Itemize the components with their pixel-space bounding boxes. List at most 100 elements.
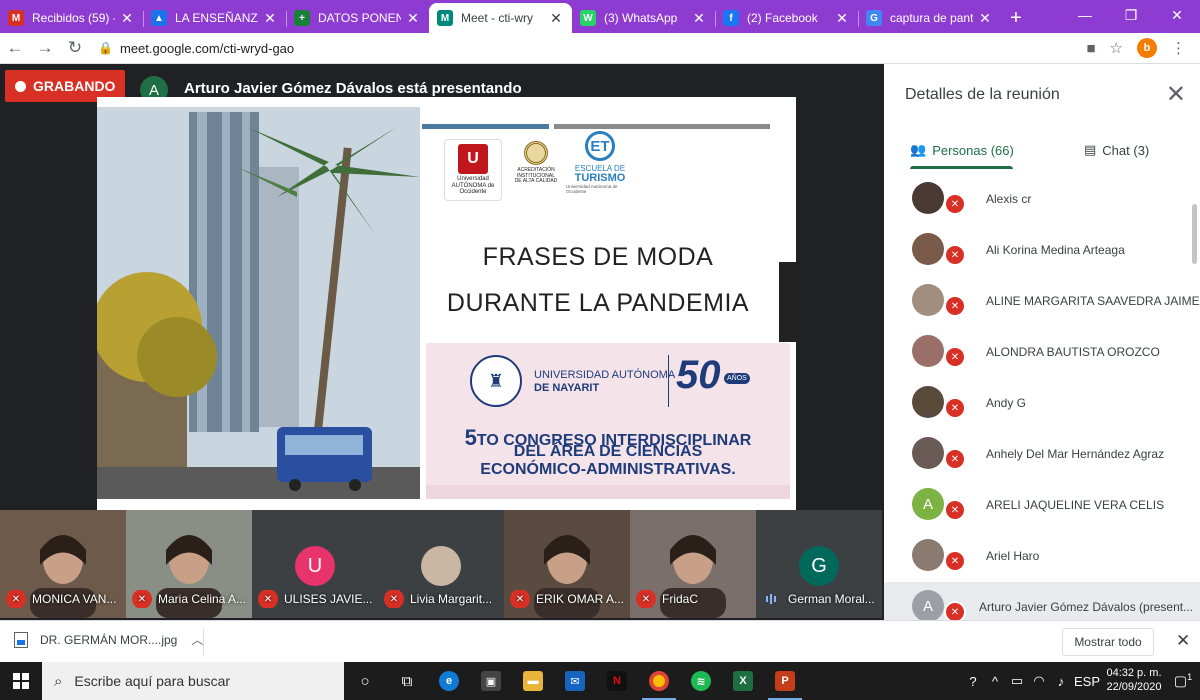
- system-tray: ? ^ ▭ ◠ ♪ ESP 04:32 p. m. 22/09/2020 ▢1: [962, 662, 1200, 700]
- spotify-icon[interactable]: ≋: [680, 662, 722, 700]
- chevron-up-tray-icon[interactable]: ^: [984, 674, 1006, 689]
- active-tab-indicator: [910, 166, 1013, 169]
- speaking-indicator-icon: [766, 594, 780, 604]
- city-photo-illustration: [97, 107, 420, 499]
- taskbar-search[interactable]: ⌕ Escribe aquí para buscar: [42, 662, 344, 700]
- people-list-item[interactable]: ✕ ALONDRA BAUTISTA OROZCO: [884, 327, 1200, 378]
- url-text[interactable]: meet.google.com/cti-wryd-gao: [120, 41, 294, 56]
- participant-tile[interactable]: ✕ MONICA VAN...: [0, 510, 126, 618]
- chrome-icon[interactable]: [638, 662, 680, 700]
- powerpoint-icon[interactable]: P: [764, 662, 806, 700]
- tab-close-icon[interactable]: ✕: [119, 10, 135, 27]
- wifi-icon[interactable]: ◠: [1028, 673, 1050, 689]
- address-bar[interactable]: 🔒 meet.google.com/cti-wryd-gao: [98, 34, 1086, 62]
- clock[interactable]: 04:32 p. m. 22/09/2020: [1102, 667, 1166, 695]
- participant-tile[interactable]: ✕ ERIK OMAR A...: [504, 510, 630, 618]
- reload-icon[interactable]: ↻: [60, 34, 90, 62]
- show-all-button[interactable]: Mostrar todo: [1062, 628, 1154, 656]
- netflix-icon[interactable]: N: [596, 662, 638, 700]
- tab-close-icon[interactable]: ✕: [834, 10, 850, 27]
- chat-icon: ▤: [1084, 142, 1097, 157]
- person-avatar: [912, 386, 944, 418]
- browser-tab[interactable]: M Meet - cti-wry ✕: [429, 3, 572, 33]
- mic-off-icon: ✕: [944, 499, 966, 521]
- tab-people[interactable]: 👥 Personas (66): [910, 136, 1014, 164]
- participant-avatar: [421, 546, 461, 586]
- browser-tab-strip: MRecibidos (59) - alu✕▲LA ENSEÑANZA DE✕+…: [0, 0, 1200, 33]
- participant-strip: ✕ MONICA VAN... ✕ Maria Celina A... U ✕ ULISES…: [0, 510, 884, 618]
- browser-tab[interactable]: W (3) WhatsApp ✕: [572, 3, 715, 33]
- download-item[interactable]: DR. GERMÁN MOR....jpg ︿: [14, 631, 203, 648]
- cortana-icon[interactable]: ○: [344, 662, 386, 700]
- close-window-icon[interactable]: ✕: [1154, 0, 1200, 30]
- excel-icon[interactable]: X: [722, 662, 764, 700]
- people-list-item[interactable]: ✕ Alexis cr: [884, 174, 1200, 225]
- tab-close-icon[interactable]: ✕: [405, 10, 421, 27]
- tourism-logo-line3: Universidad Autónoma de Occidente: [566, 184, 618, 194]
- participant-name: ✕ Livia Margarit...: [384, 590, 500, 608]
- start-button[interactable]: [0, 662, 42, 700]
- participant-name: ✕ FridaC: [636, 590, 752, 608]
- help-icon[interactable]: ?: [962, 674, 984, 689]
- camera-icon[interactable]: ■: [1086, 40, 1095, 57]
- people-list-scrollbar[interactable]: [1192, 204, 1197, 264]
- browser-tab[interactable]: Gcaptura de pantalla ✕: [858, 3, 1001, 33]
- browser-tab[interactable]: + DATOS PONENTES ✕: [286, 3, 429, 33]
- people-list-item[interactable]: ✕ Anhely Del Mar Hernández Agraz: [884, 429, 1200, 480]
- mic-off-icon: ✕: [384, 590, 404, 608]
- mic-off-icon: ✕: [944, 244, 966, 266]
- mail-icon[interactable]: ✉: [554, 662, 596, 700]
- browser-tab[interactable]: M Recibidos (59) - alu ✕: [0, 3, 143, 33]
- battery-icon[interactable]: ▭: [1006, 673, 1028, 689]
- image-file-icon: [14, 631, 28, 648]
- file-explorer-icon[interactable]: ▬: [512, 662, 554, 700]
- people-list-item[interactable]: ✕ Ali Korina Medina Arteaga: [884, 225, 1200, 276]
- notification-icon[interactable]: ▢1: [1166, 672, 1200, 690]
- back-icon[interactable]: ←: [0, 34, 30, 62]
- people-list-item[interactable]: ✕ Andy G: [884, 378, 1200, 429]
- participant-tile[interactable]: ✕ FridaC: [630, 510, 756, 618]
- menu-kebab-icon[interactable]: ⋮: [1171, 39, 1186, 57]
- people-list-item[interactable]: A ✕ Arturo Javier Gómez Dávalos (present..…: [884, 582, 1200, 620]
- tab-favicon-icon: M: [437, 10, 453, 26]
- person-name: Alexis cr: [986, 192, 1032, 206]
- profile-avatar[interactable]: b: [1137, 38, 1157, 58]
- minimize-icon[interactable]: —: [1062, 0, 1108, 30]
- person-avatar: A: [912, 590, 944, 620]
- tab-chat[interactable]: ▤ Chat (3): [1084, 136, 1149, 164]
- browser-tab[interactable]: ▲ LA ENSEÑANZA DE ✕: [143, 3, 286, 33]
- people-list-item[interactable]: ✕ Ariel Haro: [884, 531, 1200, 582]
- tab-close-icon[interactable]: ✕: [977, 10, 993, 27]
- tab-close-icon[interactable]: ✕: [262, 10, 278, 27]
- browser-tab[interactable]: f (2) Facebook ✕: [715, 3, 858, 33]
- close-panel-icon[interactable]: ✕: [1166, 80, 1186, 109]
- close-downloads-icon[interactable]: ✕: [1176, 631, 1190, 651]
- language-indicator[interactable]: ESP: [1072, 674, 1102, 689]
- uao-logo-mark: U: [458, 144, 488, 174]
- participant-name-text: Maria Celina A...: [158, 592, 247, 606]
- participant-tile[interactable]: G German Moral...: [756, 510, 882, 618]
- task-view-icon[interactable]: ⧉: [386, 662, 428, 700]
- store-icon[interactable]: ▣: [470, 662, 512, 700]
- new-tab-button[interactable]: +: [1001, 3, 1031, 33]
- restore-icon[interactable]: ❐: [1108, 0, 1154, 30]
- participant-tile[interactable]: ✕ Maria Celina A...: [126, 510, 252, 618]
- lock-icon[interactable]: 🔒: [98, 41, 120, 55]
- participant-tile[interactable]: U ✕ ULISES JAVIE...: [252, 510, 378, 618]
- edge-icon[interactable]: e: [428, 662, 470, 700]
- people-list-item[interactable]: ✕ ALINE MARGARITA SAAVEDRA JAIME: [884, 276, 1200, 327]
- tab-close-icon[interactable]: ✕: [548, 10, 564, 27]
- chevron-up-icon[interactable]: ︿: [191, 631, 203, 648]
- tab-close-icon[interactable]: ✕: [691, 10, 707, 27]
- volume-icon[interactable]: ♪: [1050, 674, 1072, 689]
- bookmark-star-icon[interactable]: ☆: [1110, 39, 1123, 57]
- forward-icon[interactable]: →: [30, 34, 60, 62]
- slide-title-line2: DURANTE LA PANDEMIA: [446, 289, 750, 317]
- people-list[interactable]: ✕ Alexis cr ✕ Ali Korina Medina Arteaga ✕ ALI…: [884, 174, 1200, 620]
- participant-tile[interactable]: ✕ Livia Margarit...: [378, 510, 504, 618]
- mic-off-icon: ✕: [944, 550, 966, 572]
- windows-logo-icon: [13, 673, 29, 689]
- person-avatar: [912, 539, 944, 571]
- people-list-item[interactable]: A ✕ ARELI JAQUELINE VERA CELIS: [884, 480, 1200, 531]
- tab-title: Recibidos (59) - alu: [32, 11, 115, 25]
